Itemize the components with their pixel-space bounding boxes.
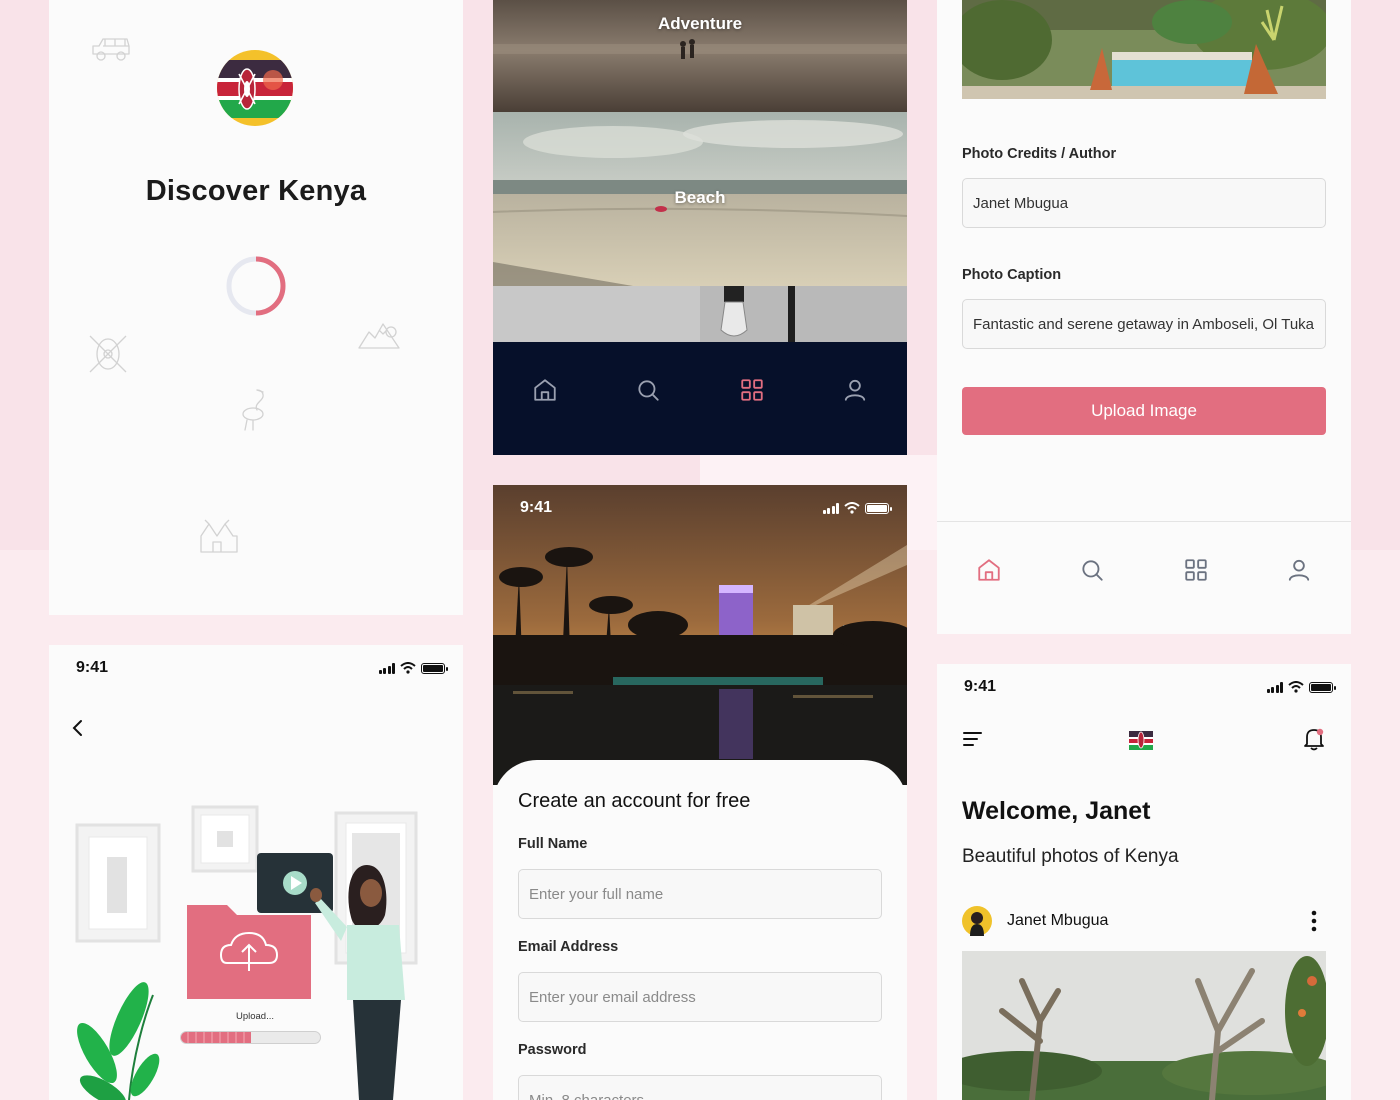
notification-bell-icon[interactable]: [1303, 727, 1325, 751]
nav-search-button[interactable]: [624, 366, 672, 414]
avatar[interactable]: [962, 906, 992, 936]
nav-categories-button[interactable]: [1172, 546, 1220, 594]
photo-credits-input[interactable]: [962, 178, 1326, 228]
feed-screen: 9:41 Welcome, Janet Beautiful photos of …: [937, 664, 1351, 1100]
back-chevron-icon[interactable]: [69, 718, 87, 738]
categories-screen: Adventure Beach: [493, 0, 907, 455]
nav-home-button[interactable]: [521, 366, 569, 414]
password-label: Password: [518, 1042, 587, 1058]
signup-screen: 9:41 Create an account for free Full Nam…: [493, 485, 907, 1100]
status-bar: 9:41: [493, 485, 907, 525]
lodge-huts-icon: [200, 519, 238, 553]
kenya-flag-logo: [217, 50, 293, 126]
kenya-flag-logo: [1129, 731, 1153, 750]
upload-progress-bar: [180, 1031, 321, 1044]
upload-form-screen: Photo Credits / Author Photo Caption Upl…: [937, 0, 1351, 634]
signal-icon: [822, 502, 839, 514]
mountain-icon: [358, 323, 400, 349]
wifi-icon: [400, 662, 416, 674]
nav-categories-button[interactable]: [728, 366, 776, 414]
bottom-navigation: [493, 365, 907, 415]
email-label: Email Address: [518, 939, 619, 955]
user-icon: [1289, 559, 1310, 581]
status-time: 9:41: [76, 659, 109, 676]
upload-progress-screen: 9:41 Upload...: [49, 645, 463, 1100]
signup-heading: Create an account for free: [518, 790, 751, 812]
nav-profile-button[interactable]: [831, 366, 879, 414]
lodge-pool-photo: [962, 0, 1326, 99]
upload-progress-label: Upload...: [235, 1011, 275, 1022]
photo-caption-input[interactable]: [962, 299, 1326, 349]
status-time: 9:41: [964, 678, 997, 695]
app-title: Discover Kenya: [145, 175, 367, 207]
shield-spears-icon: [89, 335, 127, 373]
nav-profile-button[interactable]: [1275, 546, 1323, 594]
user-icon: [845, 379, 866, 401]
status-time: 9:41: [520, 499, 553, 516]
signal-icon: [1266, 681, 1283, 693]
photo-caption-label: Photo Caption: [962, 267, 1062, 283]
full-name-label: Full Name: [518, 836, 588, 852]
welcome-subtitle: Beautiful photos of Kenya: [962, 846, 1179, 867]
category-card-next[interactable]: [493, 286, 907, 342]
flamingo-icon: [242, 389, 264, 431]
more-options-icon[interactable]: [1309, 910, 1319, 932]
grid-icon: [741, 379, 763, 401]
nairobi-skyline-photo: [493, 485, 907, 785]
photo-credits-label: Photo Credits / Author: [962, 146, 1117, 162]
home-icon: [978, 559, 1000, 581]
grid-icon: [1185, 559, 1207, 581]
email-input[interactable]: [518, 972, 882, 1022]
full-name-input[interactable]: [518, 869, 882, 919]
upload-progress-fill: [181, 1032, 251, 1043]
category-label: Beach: [674, 188, 726, 207]
battery-icon: [1309, 681, 1336, 693]
category-card-beach[interactable]: Beach: [493, 112, 907, 286]
battery-icon: [865, 502, 892, 514]
home-icon: [534, 379, 556, 401]
divider: [937, 521, 1351, 522]
welcome-heading: Welcome, Janet: [962, 797, 1151, 825]
interior-photo: [493, 286, 907, 342]
signup-form-sheet: Create an account for free Full Name Ema…: [493, 760, 907, 1100]
post-photo[interactable]: [962, 951, 1326, 1100]
signal-icon: [378, 662, 395, 674]
nav-search-button[interactable]: [1068, 546, 1116, 594]
search-icon: [638, 380, 659, 401]
status-icons: [378, 662, 448, 674]
upload-image-button[interactable]: Upload Image: [962, 387, 1326, 435]
password-input[interactable]: [518, 1075, 882, 1100]
bottom-navigation: [937, 545, 1351, 595]
wifi-icon: [1288, 681, 1304, 693]
status-bar: 9:41: [49, 645, 463, 685]
status-bar: 9:41: [937, 664, 1351, 704]
status-icons: [1266, 681, 1336, 693]
nav-home-button[interactable]: [965, 546, 1013, 594]
post-author-name: Janet Mbugua: [1007, 912, 1109, 929]
splash-screen: Discover Kenya: [49, 0, 463, 615]
battery-icon: [421, 662, 448, 674]
category-label: Adventure: [657, 14, 743, 33]
safari-jeep-icon: [92, 38, 130, 61]
status-icons: [822, 502, 892, 514]
search-icon: [1082, 560, 1103, 581]
menu-icon[interactable]: [963, 730, 983, 748]
loading-spinner: [226, 256, 286, 316]
upload-illustration: [75, 805, 418, 1100]
wifi-icon: [844, 502, 860, 514]
category-card-adventure[interactable]: Adventure: [493, 0, 907, 112]
